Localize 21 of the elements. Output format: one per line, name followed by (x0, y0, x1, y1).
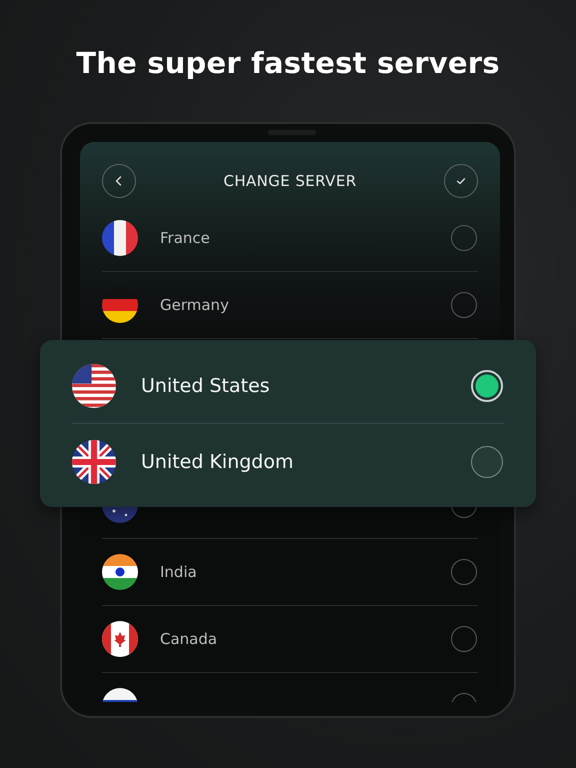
headline: The super fastest servers (76, 45, 500, 82)
radio-button[interactable] (451, 559, 477, 585)
flag-icon (102, 220, 138, 256)
radio-button[interactable] (451, 626, 477, 652)
flag-icon (72, 440, 116, 484)
back-button[interactable] (102, 164, 136, 198)
confirm-button[interactable] (444, 164, 478, 198)
flag-icon (102, 621, 138, 657)
country-name: United States (141, 374, 271, 396)
screen-title: CHANGE SERVER (223, 172, 357, 190)
check-icon (454, 175, 467, 187)
country-name: United Kingdom (141, 450, 295, 472)
radio-button[interactable] (471, 446, 503, 478)
flag-icon (72, 364, 116, 408)
country-name: Germany (160, 296, 230, 314)
flag-icon (102, 554, 138, 590)
country-name: France (160, 229, 211, 247)
country-name: India (160, 563, 198, 581)
radio-button[interactable] (451, 225, 477, 251)
radio-button[interactable] (451, 292, 477, 318)
country-name: Canada (160, 630, 218, 648)
